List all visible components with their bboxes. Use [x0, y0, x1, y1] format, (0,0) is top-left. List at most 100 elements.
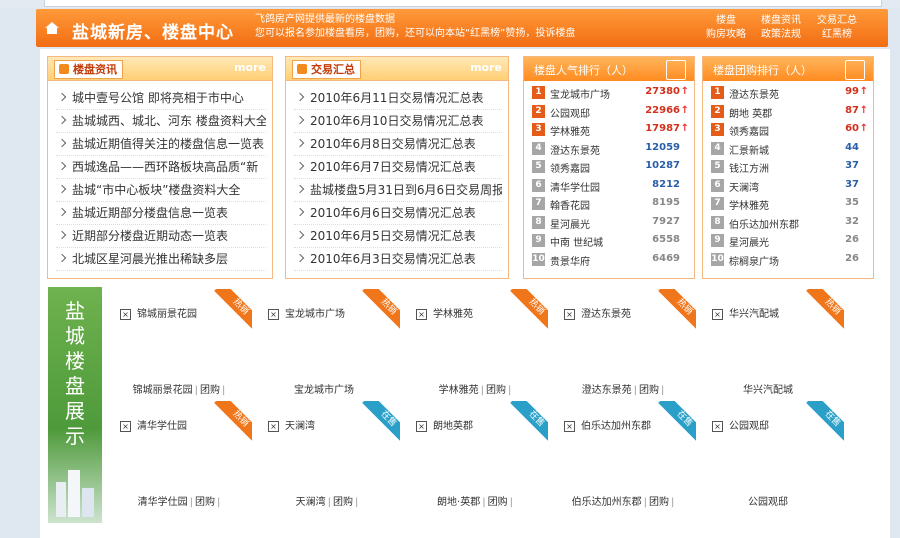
- building-icon: [666, 60, 686, 80]
- list-item[interactable]: 盐城城西、城北、河东 楼盘资料大全: [56, 110, 266, 133]
- card-name-link[interactable]: 学林雅苑: [439, 385, 479, 396]
- link-guide[interactable]: 购房攻略: [706, 28, 746, 42]
- rank-name[interactable]: 天澜湾: [729, 179, 759, 194]
- broken-image[interactable]: × 清华学仕园: [120, 417, 187, 432]
- showcase-card[interactable]: × 华兴汽配城 热销 华兴汽配城: [702, 287, 844, 397]
- broken-image[interactable]: × 公园观邸: [712, 417, 769, 432]
- rank-name[interactable]: 澄达东景苑: [550, 142, 600, 157]
- list-item[interactable]: 北城区星河晨光推出稀缺多层: [56, 248, 266, 271]
- rank-name[interactable]: 伯乐达加州东郡: [729, 216, 799, 231]
- broken-image[interactable]: × 学林雅苑: [416, 305, 473, 320]
- showcase-card[interactable]: × 天澜湾 在售 天澜湾 | 团购 |: [258, 399, 400, 509]
- card-name-link[interactable]: 朗地·英郡: [437, 497, 480, 508]
- rank-name[interactable]: 学林雅苑: [729, 197, 769, 212]
- showcase-card[interactable]: × 澄达东景苑 热销 澄达东景苑 | 团购 |: [554, 287, 696, 397]
- rank-name[interactable]: 贵景华府: [550, 253, 590, 268]
- link-rank[interactable]: 红黑榜: [822, 28, 852, 42]
- showcase-card[interactable]: × 宝龙城市广场 热销 宝龙城市广场: [258, 287, 400, 397]
- broken-image-icon: ×: [416, 308, 427, 320]
- card-name-link[interactable]: 清华学仕园: [138, 497, 188, 508]
- rank-name[interactable]: 清华学仕园: [550, 179, 600, 194]
- card-name-link[interactable]: 锦城丽景花园: [133, 385, 193, 396]
- trade-more-link[interactable]: more: [470, 61, 502, 74]
- list-item[interactable]: 2010年6月6日交易情况汇总表: [294, 202, 502, 225]
- showcase-card[interactable]: × 伯乐达加州东郡 在售 伯乐达加州东郡 | 团购 |: [554, 399, 696, 509]
- broken-image[interactable]: × 澄达东景苑: [564, 305, 631, 320]
- showcase-card[interactable]: × 学林雅苑 热销 学林雅苑 | 团购 |: [406, 287, 548, 397]
- rank-name[interactable]: 朗地 英郡: [729, 105, 772, 120]
- rank-value: 8212: [652, 178, 680, 190]
- rank-value: 44: [845, 141, 859, 153]
- card-name-link[interactable]: 公园观邸: [748, 497, 788, 508]
- rank-row: 5 钱江方洲 37: [703, 158, 873, 176]
- rank-name[interactable]: 钱江方洲: [729, 160, 769, 175]
- list-item[interactable]: 近期部分楼盘近期动态一览表: [56, 225, 266, 248]
- card-name-link[interactable]: 宝龙城市广场: [294, 385, 354, 396]
- list-item[interactable]: 盐城近期部分楼盘信息一览表: [56, 202, 266, 225]
- news-list: 城中壹号公馆 即将亮相于市中心 盐城城西、城北、河东 楼盘资料大全 盐城近期值得…: [48, 81, 272, 271]
- rank-value: 10287: [645, 160, 680, 171]
- card-name-link[interactable]: 伯乐达加州东郡: [572, 497, 642, 508]
- link-loupan[interactable]: 楼盘: [716, 14, 736, 28]
- news-panel: 楼盘资讯 more 城中壹号公馆 即将亮相于市中心 盐城城西、城北、河东 楼盘资…: [47, 56, 273, 279]
- news-panel-header: 楼盘资讯 more: [48, 57, 272, 81]
- list-item[interactable]: 2010年6月3日交易情况汇总表: [294, 248, 502, 271]
- rank-name[interactable]: 汇景新城: [729, 142, 769, 157]
- rank-name[interactable]: 宝龙城市广场: [550, 86, 610, 101]
- list-item[interactable]: 盐城近期值得关注的楼盘信息一览表: [56, 133, 266, 156]
- showcase-card[interactable]: × 清华学仕园 热销 清华学仕园 | 团购 |: [110, 399, 252, 509]
- buildings-icon: [56, 470, 94, 517]
- broken-image[interactable]: × 朗地英郡: [416, 417, 473, 432]
- rank-value: 26: [845, 234, 859, 245]
- rank-row: 2 朗地 英郡 87 ↑: [703, 103, 873, 121]
- list-item[interactable]: 2010年6月11日交易情况汇总表: [294, 87, 502, 110]
- rank-name[interactable]: 星河晨光: [550, 216, 590, 231]
- showcase-card[interactable]: × 锦城丽景花园 热销 锦城丽景花园 | 团购 |: [110, 287, 252, 397]
- card-name-link[interactable]: 华兴汽配城: [743, 385, 793, 396]
- rank-name[interactable]: 澄达东景苑: [729, 86, 779, 101]
- group-buy-link[interactable]: 团购: [486, 385, 506, 396]
- link-policy[interactable]: 政策法规: [761, 28, 801, 42]
- group-buy-link[interactable]: 团购: [200, 385, 220, 396]
- rank-name[interactable]: 领秀嘉园: [729, 123, 769, 138]
- rank-name[interactable]: 棕榈泉广场: [729, 253, 779, 268]
- broken-image[interactable]: × 天澜湾: [268, 417, 315, 432]
- rank-name[interactable]: 中南 世纪城: [550, 234, 603, 249]
- rank-value: 17987: [645, 123, 680, 134]
- broken-image[interactable]: × 伯乐达加州东郡: [564, 417, 651, 432]
- rank-name[interactable]: 翰香花园: [550, 197, 590, 212]
- news-more-link[interactable]: more: [234, 61, 266, 74]
- showcase-card[interactable]: × 朗地英郡 在售 朗地·英郡 | 团购 |: [406, 399, 548, 509]
- link-trade[interactable]: 交易汇总: [817, 14, 857, 28]
- rank-number: 5: [711, 160, 724, 173]
- home-icon[interactable]: [44, 20, 60, 36]
- group-buy-link[interactable]: 团购: [488, 497, 508, 508]
- list-item[interactable]: 盐城“市中心板块”楼盘资料大全: [56, 179, 266, 202]
- list-item[interactable]: 2010年6月5日交易情况汇总表: [294, 225, 502, 248]
- group-buy-link[interactable]: 团购: [649, 497, 669, 508]
- list-item[interactable]: 盐城楼盘5月31日到6月6日交易周报: [294, 179, 502, 202]
- list-item[interactable]: 2010年6月10日交易情况汇总表: [294, 110, 502, 133]
- rank-name[interactable]: 公园观邸: [550, 105, 590, 120]
- rank-name[interactable]: 领秀嘉园: [550, 160, 590, 175]
- group-buy-link[interactable]: 团购: [639, 385, 659, 396]
- link-news[interactable]: 楼盘资讯: [761, 14, 801, 28]
- header-bar: 盐城新房、楼盘中心 飞鸽房产网提供最新的楼盘数据 您可以报名参加楼盘看房，团购，…: [36, 9, 888, 47]
- broken-image[interactable]: × 华兴汽配城: [712, 305, 779, 320]
- card-caption: 公园观邸: [702, 493, 842, 508]
- rank-name[interactable]: 星河晨光: [729, 234, 769, 249]
- card-name-link[interactable]: 澄达东景苑: [582, 385, 632, 396]
- group-buy-link[interactable]: 团购: [195, 497, 215, 508]
- group-buy-link[interactable]: 团购: [333, 497, 353, 508]
- list-item[interactable]: 2010年6月8日交易情况汇总表: [294, 133, 502, 156]
- list-item[interactable]: 2010年6月7日交易情况汇总表: [294, 156, 502, 179]
- list-item[interactable]: 西城逸品——西环路板块高品质“新: [56, 156, 266, 179]
- broken-image[interactable]: × 锦城丽景花园: [120, 305, 197, 320]
- rank-value: 27380: [645, 86, 680, 97]
- showcase-card[interactable]: × 公园观邸 在售 公园观邸: [702, 399, 844, 509]
- card-name-link[interactable]: 天澜湾: [296, 497, 326, 508]
- broken-image[interactable]: × 宝龙城市广场: [268, 305, 345, 320]
- rank-name[interactable]: 学林雅苑: [550, 123, 590, 138]
- rank-number: 7: [711, 197, 724, 210]
- list-item[interactable]: 城中壹号公馆 即将亮相于市中心: [56, 87, 266, 110]
